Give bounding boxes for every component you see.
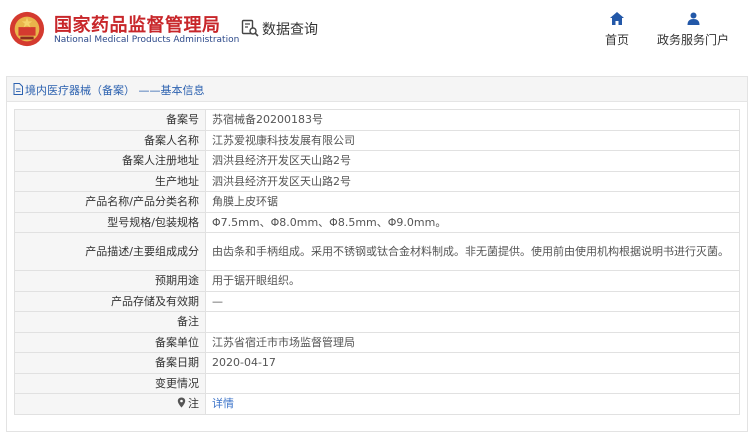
nmpa-emblem-icon	[9, 11, 45, 47]
table-row: 备注	[14, 311, 740, 333]
record-table: 备案号 苏宿械备20200183号 备案人名称 江苏爱视康科技发展有限公司 备案…	[14, 109, 740, 415]
table-row: 型号规格/包装规格 Φ7.5mm、Φ8.0mm、Φ8.5mm、Φ9.0mm。	[14, 211, 740, 233]
table-row: 注 详情	[14, 393, 740, 415]
field-label: 备案人名称	[14, 129, 206, 151]
field-value: 苏宿械备20200183号	[205, 109, 740, 131]
user-icon	[687, 12, 699, 25]
field-value: 江苏爱视康科技发展有限公司	[205, 129, 740, 151]
table-row: 备案日期 2020-04-17	[14, 352, 740, 374]
table-row: 备案人注册地址 泗洪县经济开发区天山路2号	[14, 150, 740, 172]
field-label: 备案日期	[14, 352, 206, 374]
panel-header: 境内医疗器械（备案） ——基本信息	[7, 77, 747, 102]
field-label: 备案号	[14, 109, 206, 131]
field-value: 用于锯开眼组织。	[205, 270, 740, 292]
field-value	[205, 311, 740, 333]
table-row: 产品描述/主要组成成分 由齿条和手柄组成。采用不锈钢或钛合金材料制成。非无菌提供…	[14, 232, 740, 271]
brand-title: 国家药品监督管理局	[54, 15, 221, 36]
document-search-icon	[241, 19, 259, 37]
field-value	[205, 372, 740, 394]
location-pin-icon	[177, 397, 186, 408]
field-label: 注	[188, 397, 199, 411]
table-row: 变更情况	[14, 372, 740, 394]
brand-subtitle: National Medical Products Administration	[54, 35, 240, 45]
record-panel: 境内医疗器械（备案） ——基本信息 备案号 苏宿械备20200183号 备案人名…	[6, 76, 748, 432]
field-label: 预期用途	[14, 270, 206, 292]
field-label: 备案单位	[14, 331, 206, 353]
field-label: 备注	[14, 311, 206, 333]
field-value: 江苏省宿迁市市场监督管理局	[205, 331, 740, 353]
table-row: 产品存储及有效期 —	[14, 290, 740, 312]
field-label: 生产地址	[14, 170, 206, 192]
field-value: 角膜上皮环锯	[205, 191, 740, 213]
document-icon	[13, 83, 23, 95]
nav-service-portal-label: 政务服务门户	[656, 33, 729, 47]
details-link[interactable]: 详情	[212, 397, 234, 410]
table-row: 预期用途 用于锯开眼组织。	[14, 270, 740, 292]
field-value: 由齿条和手柄组成。采用不锈钢或钛合金材料制成。非无菌提供。使用前由使用机构根据说…	[205, 232, 740, 271]
field-value: —	[205, 290, 740, 312]
field-label: 产品名称/产品分类名称	[14, 191, 206, 213]
table-row: 备案人名称 江苏爱视康科技发展有限公司	[14, 129, 740, 151]
home-icon	[610, 12, 624, 25]
table-row: 备案号 苏宿械备20200183号	[14, 109, 740, 131]
field-label: 型号规格/包装规格	[14, 211, 206, 233]
table-row: 生产地址 泗洪县经济开发区天山路2号	[14, 170, 740, 192]
site-header: 国家药品监督管理局 National Medical Products Admi…	[0, 0, 748, 66]
field-label: 备案人注册地址	[14, 150, 206, 172]
field-value-cell: 详情	[205, 393, 740, 415]
field-value: 泗洪县经济开发区天山路2号	[205, 170, 740, 192]
field-label: 产品存储及有效期	[14, 290, 206, 312]
field-label: 产品描述/主要组成成分	[14, 232, 206, 271]
field-value: 泗洪县经济开发区天山路2号	[205, 150, 740, 172]
table-row: 备案单位 江苏省宿迁市市场监督管理局	[14, 331, 740, 353]
section-title: 数据查询	[262, 22, 318, 38]
nav-service-portal[interactable]: 政务服务门户	[654, 12, 732, 48]
panel-title: 境内医疗器械（备案） ——基本信息	[25, 84, 205, 97]
field-value: 2020-04-17	[205, 352, 740, 374]
field-value: Φ7.5mm、Φ8.0mm、Φ8.5mm、Φ9.0mm。	[205, 211, 740, 233]
note-label-cell: 注	[14, 393, 206, 415]
nav-home-label: 首页	[604, 33, 629, 47]
table-row: 产品名称/产品分类名称 角膜上皮环锯	[14, 191, 740, 213]
field-label: 变更情况	[14, 372, 206, 394]
nav-home[interactable]: 首页	[600, 12, 634, 48]
